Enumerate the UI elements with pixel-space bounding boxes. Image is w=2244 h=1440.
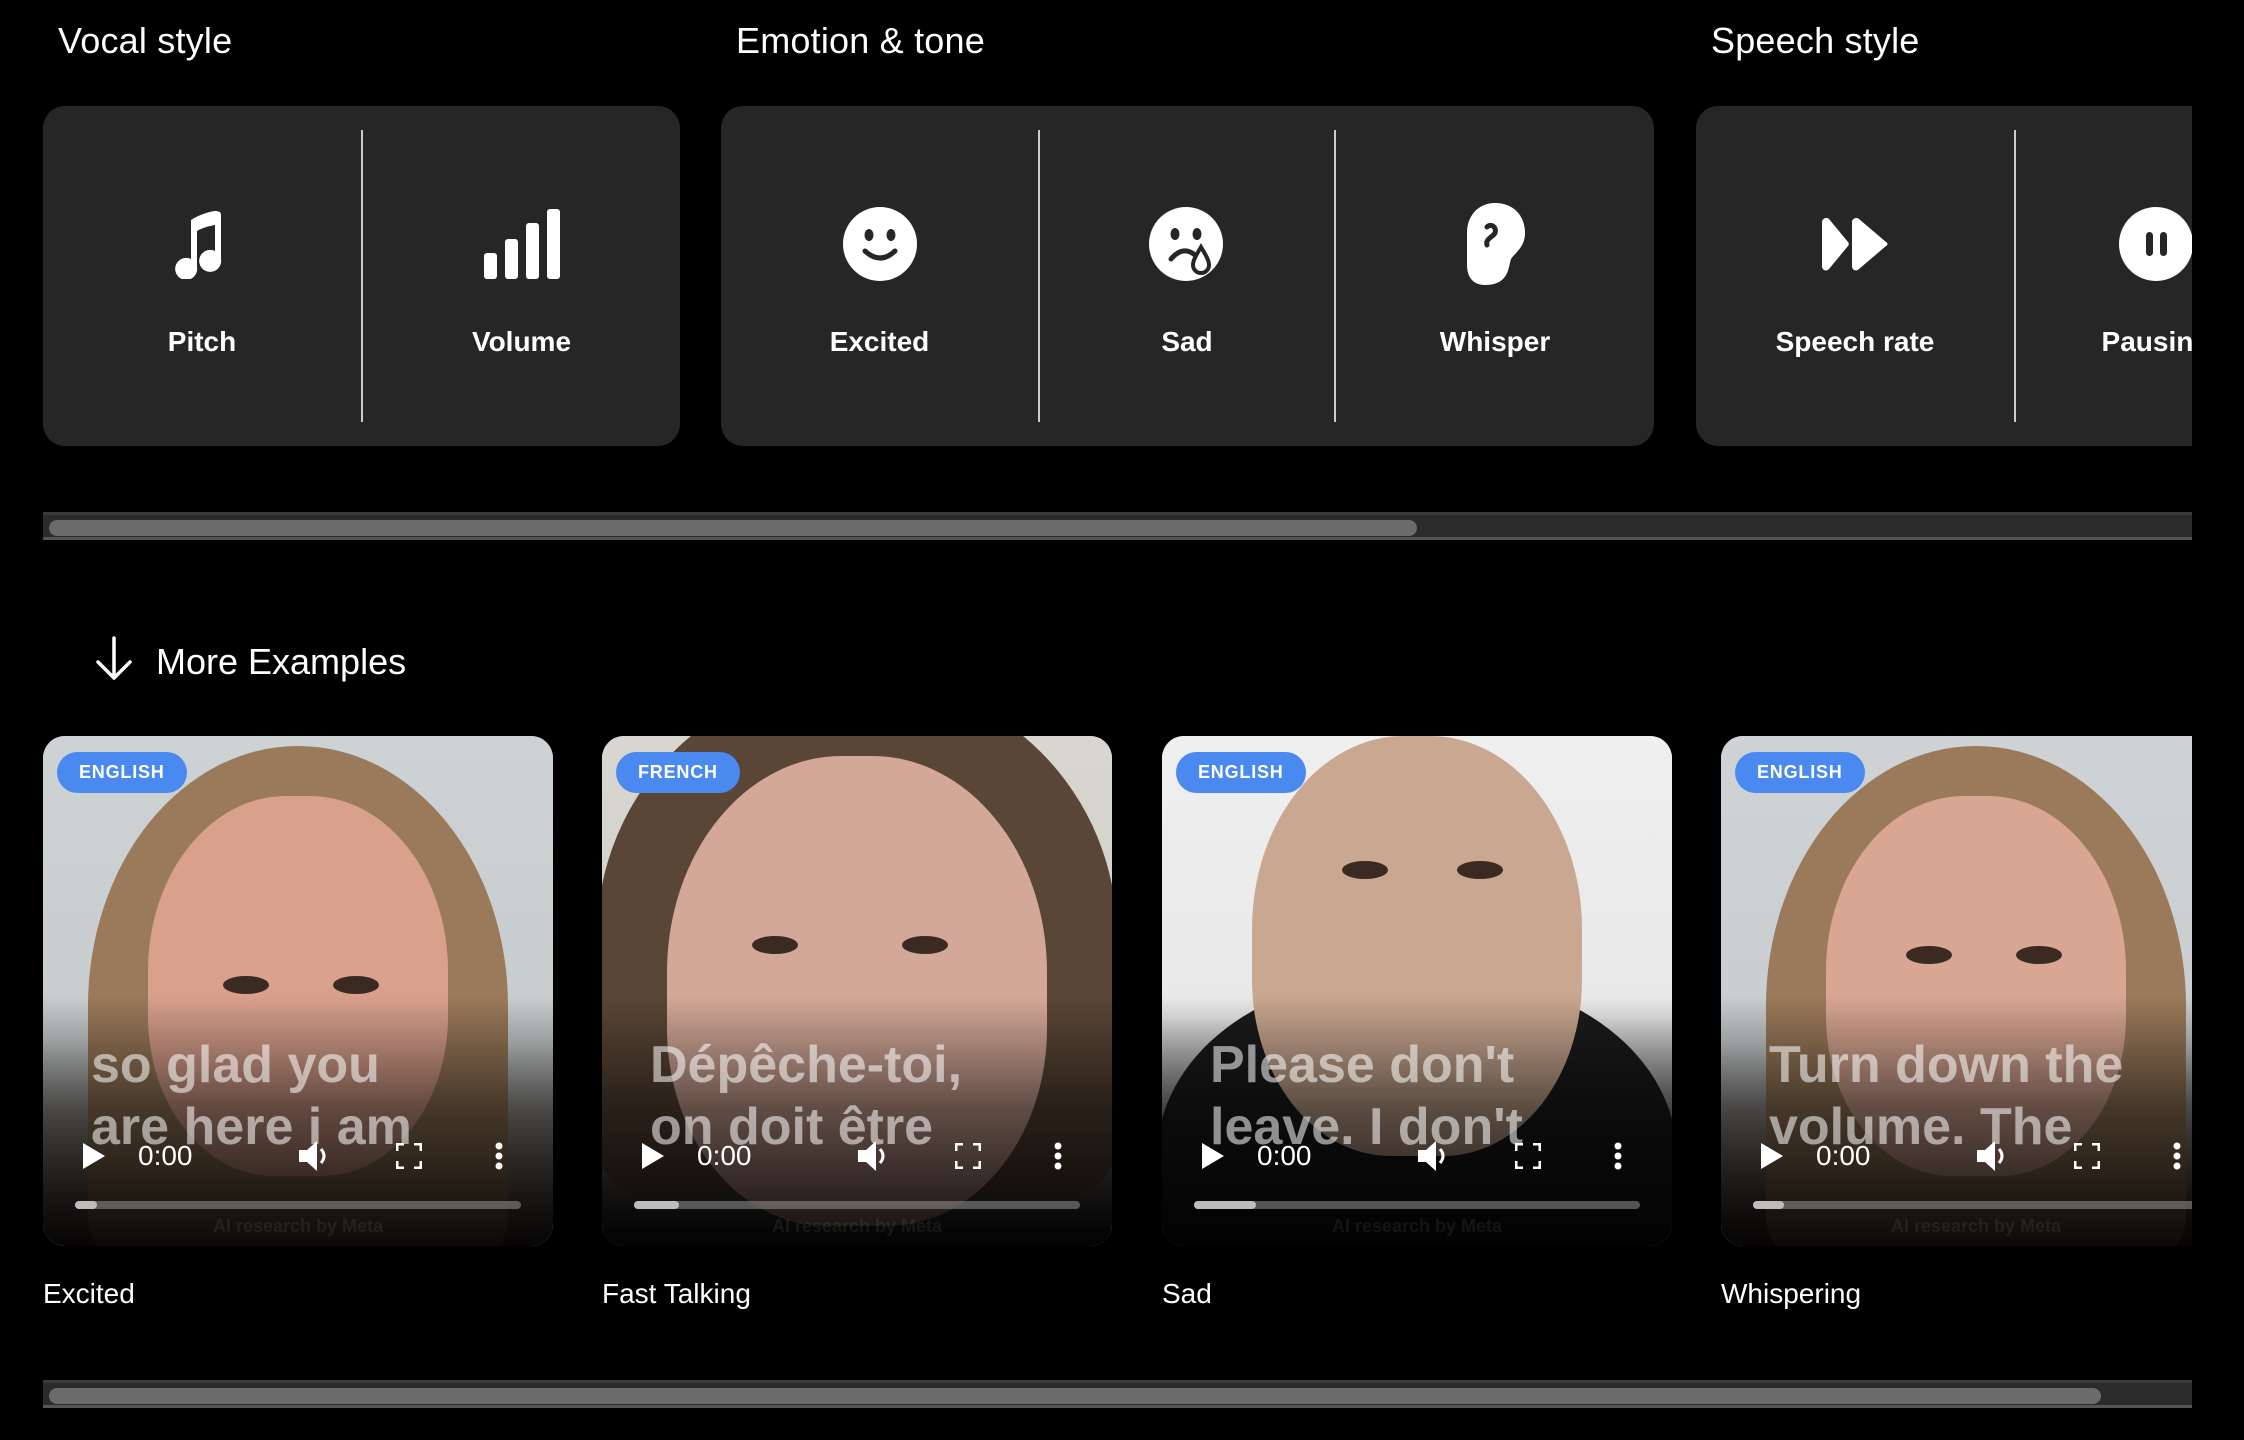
features-scrollbar-thumb[interactable] <box>49 520 1417 536</box>
video-buffered <box>75 1201 98 1209</box>
feature-pausing[interactable]: Pausing <box>2016 106 2192 446</box>
feature-label: Whisper <box>1439 326 1551 357</box>
page: Vocal style Emotion & tone Speech style … <box>0 0 2192 1440</box>
video-caption: Whispering <box>1721 1278 1862 1309</box>
video-progress-bar[interactable] <box>1194 1201 1640 1209</box>
section-heading-vocal-style: Vocal style <box>58 20 233 61</box>
more-examples-link[interactable]: More Examples <box>94 636 406 687</box>
emotion-tone-panel: Excited Sad Whisper <box>721 106 1654 446</box>
section-heading-speech-style: Speech style <box>1711 20 1920 61</box>
video-time: 0:00 <box>697 1140 752 1171</box>
fast-forward-icon <box>1815 204 1895 284</box>
video-controls: 0:00 <box>602 1136 1112 1176</box>
video-controls: 0:00 <box>43 1136 553 1176</box>
feature-label: Speech rate <box>1775 326 1935 357</box>
play-icon[interactable] <box>1202 1136 1224 1176</box>
volume-icon[interactable] <box>1977 1136 2009 1176</box>
video-progress-bar[interactable] <box>634 1201 1080 1209</box>
video-player-fast-talking[interactable]: Dépêche-toi, on doit être FRENCH 0:00 AI… <box>602 736 1112 1246</box>
video-time: 0:00 <box>138 1140 193 1171</box>
music-note-icon <box>162 204 242 284</box>
fullscreen-icon[interactable] <box>1515 1136 1541 1176</box>
feature-pitch[interactable]: Pitch <box>43 106 361 446</box>
videos-scrollbar-thumb[interactable] <box>49 1388 2101 1404</box>
language-badge: ENGLISH <box>1176 752 1306 793</box>
features-scrollbar[interactable] <box>43 512 2192 540</box>
feature-label: Pausing <box>2101 326 2192 357</box>
video-frame-eye <box>333 976 379 994</box>
more-options-icon[interactable] <box>2173 1136 2181 1176</box>
video-watermark: AI research by Meta <box>1331 1216 1503 1236</box>
feature-excited[interactable]: Excited <box>721 106 1038 446</box>
videos-scrollbar[interactable] <box>43 1380 2192 1408</box>
video-time: 0:00 <box>1816 1140 1871 1171</box>
language-badge: ENGLISH <box>57 752 187 793</box>
language-badge: FRENCH <box>616 752 740 793</box>
feature-volume[interactable]: Volume <box>363 106 680 446</box>
video-player-excited[interactable]: so glad you are here i am ENGLISH 0:00 A… <box>43 736 553 1246</box>
feature-speech-rate[interactable]: Speech rate <box>1696 106 2014 446</box>
feature-label: Volume <box>471 326 572 357</box>
volume-icon[interactable] <box>1418 1136 1450 1176</box>
fullscreen-icon[interactable] <box>2074 1136 2100 1176</box>
play-icon[interactable] <box>642 1136 664 1176</box>
vocal-style-panel: Pitch Volume <box>43 106 680 446</box>
feature-label: Excited <box>829 326 930 357</box>
section-heading-emotion-tone: Emotion & tone <box>736 20 985 61</box>
volume-bars-icon <box>482 204 562 284</box>
more-examples-label: More Examples <box>156 640 407 682</box>
crying-face-icon <box>1147 204 1227 284</box>
video-buffered <box>1753 1201 1785 1209</box>
video-player-sad[interactable]: Please don't leave. I don't ENGLISH 0:00… <box>1162 736 1672 1246</box>
feature-whisper[interactable]: Whisper <box>1336 106 1654 446</box>
video-caption: Fast Talking <box>602 1278 751 1309</box>
smiley-icon <box>840 204 920 284</box>
video-buffered <box>1194 1201 1257 1209</box>
more-options-icon[interactable] <box>1614 1136 1622 1176</box>
language-badge: ENGLISH <box>1735 752 1865 793</box>
video-watermark: AI research by Meta <box>1890 1216 2062 1236</box>
video-caption: Excited <box>43 1278 135 1309</box>
video-frame-eye <box>1457 861 1503 879</box>
ear-icon <box>1455 203 1535 285</box>
more-options-icon[interactable] <box>495 1136 503 1176</box>
video-frame-eye <box>1342 861 1388 879</box>
video-watermark: AI research by Meta <box>771 1216 943 1236</box>
video-buffered <box>634 1201 679 1209</box>
video-progress-bar[interactable] <box>75 1201 521 1209</box>
video-player-whispering[interactable]: Turn down the volume. The ENGLISH 0:00 A… <box>1721 736 2192 1246</box>
video-watermark: AI research by Meta <box>212 1216 384 1236</box>
arrow-down-icon <box>94 636 134 687</box>
fullscreen-icon[interactable] <box>955 1136 981 1176</box>
play-icon[interactable] <box>83 1136 105 1176</box>
video-frame-eye <box>2016 946 2062 964</box>
feature-label: Sad <box>1161 326 1213 357</box>
speech-style-panel: Speech rate Pausing <box>1696 106 2192 446</box>
video-controls: 0:00 <box>1162 1136 1672 1176</box>
video-progress-bar[interactable] <box>1753 1201 2192 1209</box>
fullscreen-icon[interactable] <box>396 1136 422 1176</box>
feature-label: Pitch <box>167 326 237 357</box>
video-controls: 0:00 <box>1721 1136 2192 1176</box>
video-frame-eye <box>223 976 269 994</box>
volume-icon[interactable] <box>858 1136 890 1176</box>
volume-icon[interactable] <box>299 1136 331 1176</box>
video-caption: Sad <box>1162 1278 1212 1309</box>
video-frame-eye <box>752 936 798 954</box>
video-time: 0:00 <box>1257 1140 1312 1171</box>
feature-sad[interactable]: Sad <box>1040 106 1334 446</box>
play-icon[interactable] <box>1761 1136 1783 1176</box>
pause-circle-icon <box>2116 204 2192 284</box>
video-frame-eye <box>902 936 948 954</box>
video-frame-eye <box>1906 946 1952 964</box>
more-options-icon[interactable] <box>1054 1136 1062 1176</box>
